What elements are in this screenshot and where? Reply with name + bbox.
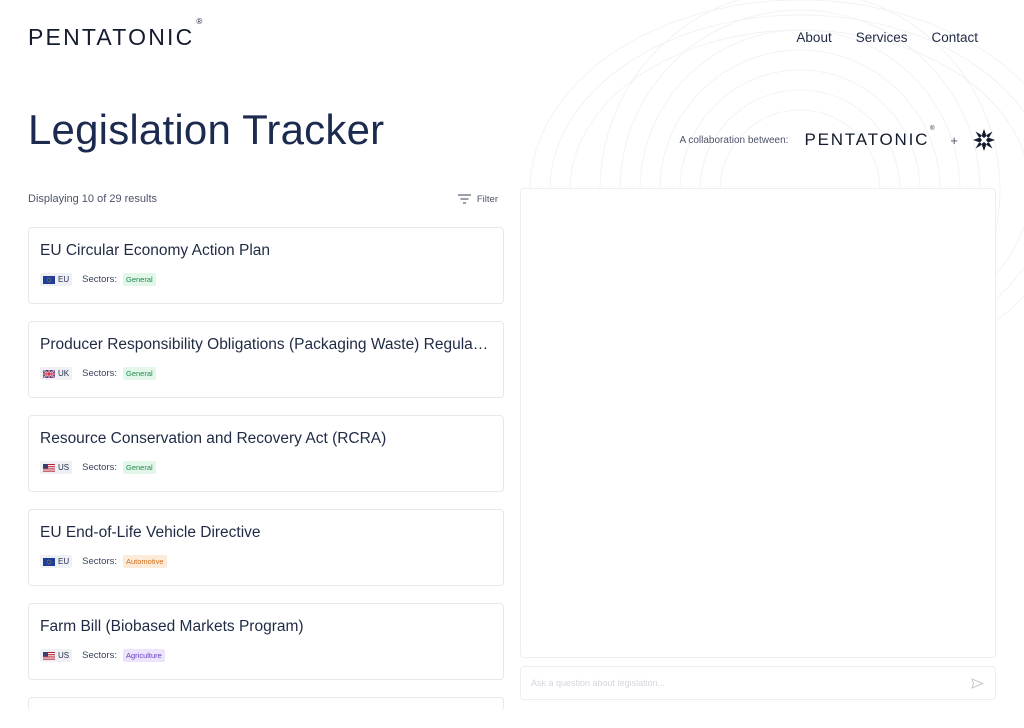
legislation-title: Resource Conservation and Recovery Act (… [40,430,387,447]
sectors-label: Sectors: [82,556,117,567]
pentatonic-logo[interactable]: PENTATONIC® [28,17,205,51]
eu-flag-icon [43,275,55,284]
sectors-label: Sectors: [82,274,117,285]
region-badge: UK [40,367,73,380]
region-label: US [58,463,70,472]
collab-label: A collaboration between: [679,134,789,146]
legislation-meta: EU Sectors: General [40,273,492,286]
filter-button[interactable]: Filter [457,193,498,205]
legislation-meta: UK Sectors: General [40,367,492,380]
legislation-meta: US Sectors: General [40,461,492,474]
legislation-title: Farm Bill (Biobased Markets Program) [40,618,304,635]
legislation-card[interactable]: EU Circular Economy Action Plan EU Secto… [28,227,504,304]
collab-logo-text: PENTATONIC [804,130,930,149]
region-label: EU [58,275,70,284]
nav-link-services[interactable]: Services [856,30,908,45]
legislation-card[interactable]: Resource Conservation and Recovery Act (… [28,415,504,492]
send-button[interactable] [969,675,985,691]
nav-link-contact[interactable]: Contact [931,30,978,45]
legislation-card[interactable] [28,697,504,711]
page-title: Legislation Tracker [28,106,385,153]
us-flag-icon [43,463,55,472]
region-label: UK [58,369,70,378]
sectors-label: Sectors: [82,462,117,473]
uk-flag-icon [43,369,55,378]
eu-flag-icon [43,557,55,566]
legislation-title: EU Circular Economy Action Plan [40,242,271,259]
sector-tag: General [122,273,156,286]
chat-panel [520,188,996,658]
region-label: US [58,651,70,660]
us-flag-icon [43,651,55,660]
legislation-list: EU Circular Economy Action Plan EU Secto… [28,227,504,711]
legislation-meta: EU Sectors: Automotive [40,555,492,568]
legislation-card[interactable]: Producer Responsibility Obligations (Pac… [28,321,504,398]
region-badge: EU [40,555,73,568]
partner-logo-icon [973,129,995,151]
results-bar: Displaying 10 of 29 results Filter [28,190,498,208]
chat-input-bar [520,666,996,700]
legislation-title: EU End-of-Life Vehicle Directive [40,524,261,541]
sectors-label: Sectors: [82,368,117,379]
collab-logo-registered-mark: ® [930,126,937,133]
logo-registered-mark: ® [196,17,205,27]
region-badge: EU [40,273,73,286]
legislation-card[interactable]: EU End-of-Life Vehicle Directive EU Sect… [28,509,504,586]
send-icon [970,677,984,689]
sector-tag: Automotive [122,555,167,568]
collab-plus: + [950,132,958,148]
filter-label: Filter [476,193,498,205]
sector-tag: General [122,461,156,474]
region-badge: US [40,461,73,474]
logo-text: PENTATONIC [28,24,195,50]
filter-icon [457,194,471,204]
chat-input[interactable] [531,678,969,688]
results-count: Displaying 10 of 29 results [28,193,158,205]
site-header: PENTATONIC® About Services Contact [0,0,1024,76]
sector-tag: Agriculture [122,649,165,662]
sectors-label: Sectors: [82,650,117,661]
nav-link-about[interactable]: About [796,30,831,45]
legislation-card[interactable]: Farm Bill (Biobased Markets Program) US … [28,603,504,680]
legislation-title: Producer Responsibility Obligations (Pac… [40,336,492,353]
collab-pentatonic-logo: PENTATONIC® [804,126,936,150]
sector-tag: General [122,367,156,380]
region-badge: US [40,649,73,662]
region-label: EU [58,557,70,566]
legislation-meta: US Sectors: Agriculture [40,649,492,662]
main-nav: About Services Contact [796,30,978,45]
collaboration-banner: A collaboration between: PENTATONIC® + [679,126,996,152]
